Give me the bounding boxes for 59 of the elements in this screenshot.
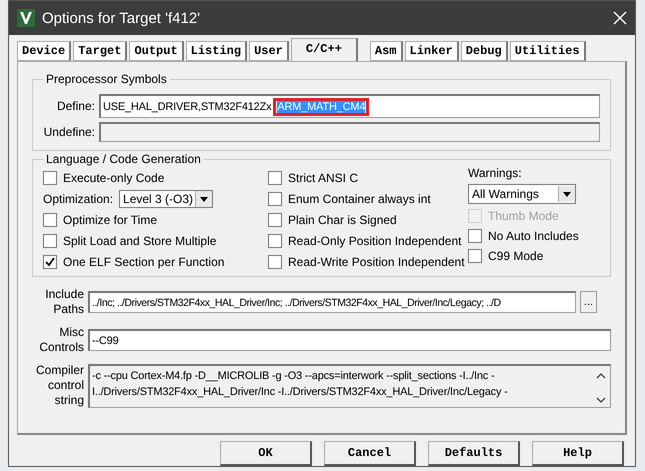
checkbox-label: Split Load and Store Multiple [63, 234, 216, 248]
checkbox[interactable] [43, 255, 57, 269]
tab[interactable]: User [249, 41, 289, 61]
optimization-label: Optimization: [43, 192, 114, 206]
tab[interactable]: Utilities [510, 41, 586, 61]
checkbox[interactable] [468, 249, 482, 263]
dialog-button[interactable]: Defaults [428, 441, 520, 466]
include-paths-label: Include Paths [44, 287, 84, 317]
checkbox[interactable] [43, 171, 57, 185]
checkbox-label: Enum Container always int [288, 192, 431, 206]
define-field[interactable]: USE_HAL_DRIVER,STM32F412Zx ARM_MATH_CM4 [99, 94, 600, 118]
misc-controls-label: Misc Controls [38, 325, 84, 355]
define-text: USE_HAL_DRIVER,STM32F412Zx [103, 100, 272, 112]
tab[interactable]: Asm [370, 41, 403, 61]
checkbox-label: Execute-only Code [63, 171, 164, 185]
checkbox[interactable] [268, 234, 282, 248]
checkbox-label: Read-Only Position Independent [288, 234, 462, 248]
compiler-string-label: Compiler control string [34, 363, 84, 408]
browse-button[interactable]: ... [580, 291, 597, 313]
close-icon[interactable] [613, 11, 627, 25]
checkbox-label: One ELF Section per Function [63, 255, 224, 269]
tab[interactable]: Listing [186, 41, 248, 61]
misc-controls-field[interactable]: --C99 [88, 329, 611, 351]
checkbox[interactable] [268, 255, 282, 269]
highlighted-text: ARM_MATH_CM4 [273, 98, 370, 116]
tab[interactable]: Device [17, 41, 72, 61]
compiler-string-field: -c --cpu Cortex-M4.fp -D__MICROLIB -g -O3 --apcs=interwork --split_sections -I../Inc - I../Drivers/STM32F4xx_HAL_Driver/Inc -I../Drivers/STM32F4xx_HAL_Driver/Inc/Legacy - [88, 364, 611, 408]
warnings-dropdown[interactable]: All Warnings [468, 184, 576, 204]
dialog-button[interactable]: OK [220, 441, 312, 466]
checkbox[interactable] [468, 229, 482, 243]
checkbox[interactable] [268, 171, 282, 185]
warnings-label: Warnings: [468, 166, 523, 180]
tab[interactable]: Debug [460, 41, 508, 61]
dialog-button[interactable]: Help [532, 441, 624, 466]
checkbox[interactable] [268, 192, 282, 206]
dialog-button[interactable]: Cancel [324, 441, 416, 466]
tab[interactable]: C/C++ [290, 38, 358, 61]
checkbox-label: Strict ANSI C [288, 171, 358, 185]
undefine-field[interactable] [99, 122, 600, 142]
tab[interactable]: Linker [404, 41, 459, 61]
app-logo-icon [17, 9, 35, 27]
tab[interactable]: Output [129, 41, 184, 61]
group-title: Language / Code Generation [43, 152, 204, 166]
window-title: Options for Target 'f412' [42, 10, 202, 26]
checkbox-label: No Auto Includes [488, 229, 579, 243]
tab[interactable]: Target [73, 41, 128, 61]
checkbox-label: C99 Mode [488, 249, 544, 263]
checkbox[interactable] [43, 234, 57, 248]
checkbox-label: Plain Char is Signed [288, 213, 397, 227]
checkbox-label: Optimize for Time [63, 213, 158, 227]
group-title: Preprocessor Symbols [43, 72, 170, 86]
checkbox[interactable] [43, 213, 57, 227]
undefine-label: Undefine: [43, 124, 95, 140]
checkbox[interactable] [268, 213, 282, 227]
optimization-dropdown[interactable]: Level 3 (-O3) [119, 190, 214, 208]
checkbox-label: Read-Write Position Independent [288, 255, 465, 269]
include-paths-field[interactable]: ../Inc; ../Drivers/STM32F4xx_HAL_Driver/Inc; ../Drivers/STM32F4xx_HAL_Driver/Inc/Legacy; ../D [88, 291, 576, 313]
define-label: Define: [56, 98, 95, 114]
checkbox-label: Thumb Mode [488, 209, 559, 223]
